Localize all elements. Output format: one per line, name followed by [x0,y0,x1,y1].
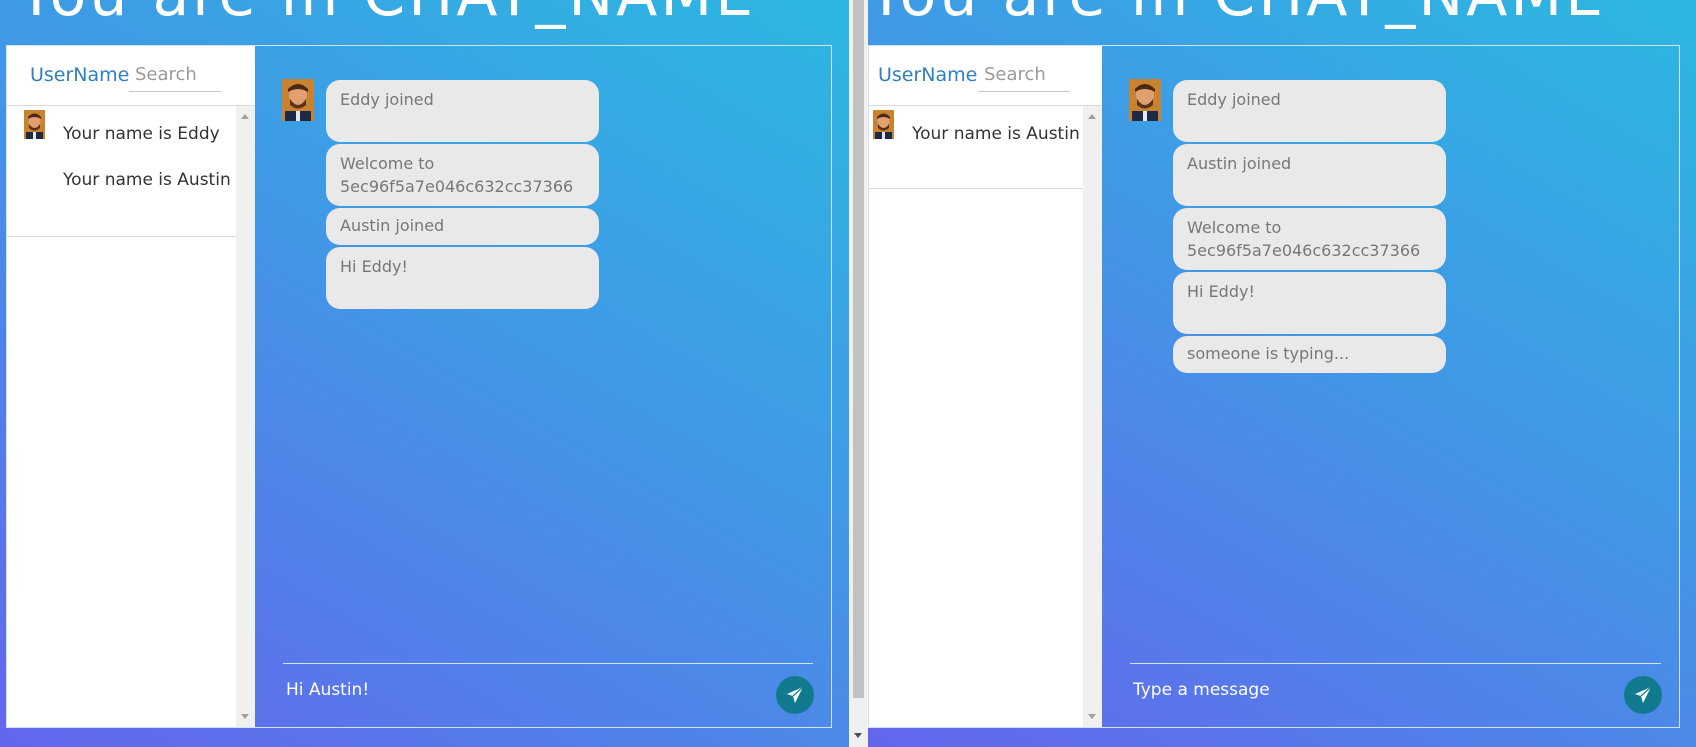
message-bubble: Austin joined [1173,144,1446,206]
scroll-up-arrow-icon[interactable] [241,114,249,119]
user-entry: Your name is Eddy [7,124,236,166]
message-list: Eddy joined Austin joined Welcome to 5ec… [1173,80,1446,375]
browser-screens: You are in CHAT_NAME UserName [0,0,1696,747]
chat-window-left: You are in CHAT_NAME UserName [0,0,849,747]
send-button[interactable] [776,676,814,714]
username-label: UserName [878,64,978,86]
room-title: You are in CHAT_NAME [868,0,1606,30]
sidebar-scrollbar[interactable] [236,106,255,727]
message-bubble: Eddy joined [1173,80,1446,142]
user-list: Your name is Eddy Your name is Austin [7,106,236,727]
message-bubble: Hi Eddy! [1173,272,1446,334]
message-input[interactable] [1130,673,1600,707]
users-sidebar: UserName Your nam [869,46,1102,727]
sidebar-scrollbar[interactable] [1083,106,1102,727]
user-entry: Your name is Austin [7,170,236,212]
list-item[interactable]: Your name is Austin [869,106,1083,189]
paper-plane-icon [787,686,804,703]
sidebar-header: UserName [869,46,1102,106]
list-item[interactable]: Your name is Eddy Your name is Austin [7,106,236,237]
composer-divider [283,663,813,664]
message-bubble: someone is typing... [1173,336,1446,373]
search-input[interactable] [129,58,221,92]
username-label: UserName [30,64,130,86]
message-input[interactable] [283,673,753,707]
composer-divider [1130,663,1661,664]
message-panel: Eddy joined Welcome to 5ec96f5a7e046c632… [255,46,831,727]
message-panel: Eddy joined Austin joined Welcome to 5ec… [1102,46,1679,727]
message-list: Eddy joined Welcome to 5ec96f5a7e046c632… [326,80,599,311]
search-input[interactable] [978,58,1070,92]
user-entry: Your name is Austin [869,124,1083,166]
avatar [1129,79,1161,121]
send-button[interactable] [1624,676,1662,714]
message-bubble: Welcome to 5ec96f5a7e046c632cc37366 [326,144,599,206]
message-bubble: Eddy joined [326,80,599,142]
message-bubble: Austin joined [326,208,599,245]
avatar [282,79,314,121]
user-list: Your name is Austin [869,106,1083,727]
chat-container: UserName Your nam [6,45,832,728]
scroll-down-arrow-icon[interactable] [1088,714,1096,719]
user-name: Your name is Austin [912,124,1080,144]
user-name: Your name is Austin [63,170,231,190]
scroll-down-arrow-icon[interactable] [854,733,862,738]
message-bubble: Welcome to 5ec96f5a7e046c632cc37366 [1173,208,1446,270]
chat-container: UserName Your nam [868,45,1680,728]
window-scrollbar-thumb[interactable] [853,0,864,698]
users-sidebar: UserName Your nam [7,46,255,727]
scroll-down-arrow-icon[interactable] [241,714,249,719]
room-title: You are in CHAT_NAME [18,0,756,30]
message-bubble: Hi Eddy! [326,247,599,309]
scroll-up-arrow-icon[interactable] [1088,114,1096,119]
paper-plane-icon [1635,686,1652,703]
sidebar-header: UserName [7,46,255,106]
user-name: Your name is Eddy [63,124,220,144]
chat-window-right: You are in CHAT_NAME UserName [868,0,1696,747]
